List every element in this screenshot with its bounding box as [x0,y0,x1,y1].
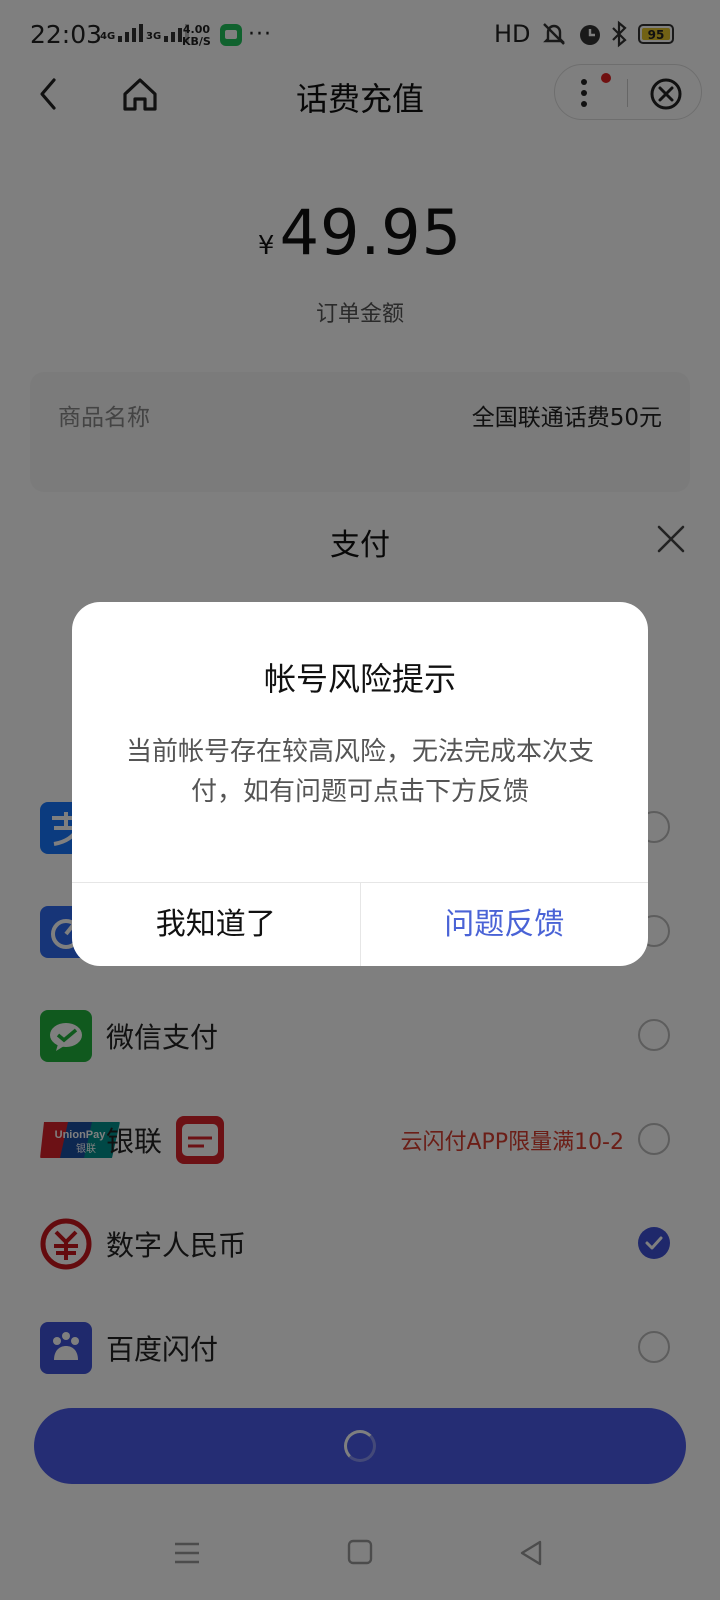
dialog-buttons: 我知道了 问题反馈 [72,882,648,966]
risk-alert-dialog: 帐号风险提示 当前帐号存在较高风险，无法完成本次支付，如有问题可点击下方反馈 我… [72,602,648,966]
dialog-title: 帐号风险提示 [263,660,456,698]
feedback-button[interactable]: 问题反馈 [361,883,649,966]
acknowledge-button[interactable]: 我知道了 [72,883,361,966]
dialog-message: 当前帐号存在较高风险，无法完成本次支付，如有问题可点击下方反馈 [125,737,594,807]
